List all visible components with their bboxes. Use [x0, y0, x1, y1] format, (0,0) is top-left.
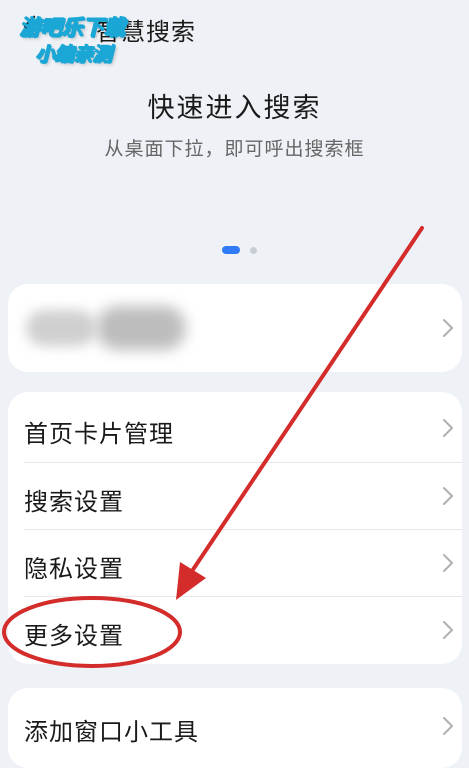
add-widget-label: 添加窗口小工具 — [24, 718, 199, 746]
add-widget-item[interactable]: 添加窗口小工具 — [8, 692, 462, 760]
chevron-right-icon — [442, 318, 454, 338]
settings-item-search[interactable]: 搜索设置 — [8, 462, 462, 530]
chevron-right-icon — [442, 620, 454, 640]
settings-item-label: 隐私设置 — [24, 555, 124, 583]
settings-item-more[interactable]: 更多设置 — [8, 596, 462, 664]
chevron-right-icon — [442, 553, 454, 573]
hero-title: 快速进入搜索 — [147, 93, 322, 124]
account-card[interactable] — [8, 284, 462, 372]
page-dot[interactable] — [250, 247, 257, 254]
watermark-line2: 小编亲测 — [35, 44, 113, 67]
settings-item-label: 搜索设置 — [24, 488, 124, 516]
blurred-account-info — [26, 304, 186, 352]
settings-item-label: 首页卡片管理 — [24, 420, 174, 448]
hero-subtitle: 从桌面下拉，即可呼出搜索框 — [104, 138, 365, 160]
settings-item-card-management[interactable]: 首页卡片管理 — [8, 394, 462, 462]
chevron-right-icon — [442, 716, 454, 736]
page-indicator[interactable] — [222, 246, 262, 254]
settings-card: 首页卡片管理 搜索设置 隐私设置 更多设置 — [8, 392, 462, 664]
widget-card: 添加窗口小工具 — [8, 688, 462, 768]
chevron-right-icon — [442, 486, 454, 506]
settings-item-privacy[interactable]: 隐私设置 — [8, 529, 462, 597]
page-dot-active[interactable] — [222, 246, 240, 254]
chevron-right-icon — [442, 418, 454, 438]
settings-item-label: 更多设置 — [24, 622, 124, 650]
watermark-line1: 游吧乐下载 — [20, 16, 126, 41]
watermark-logo: 游吧乐下载 小编亲测 — [14, 6, 189, 67]
